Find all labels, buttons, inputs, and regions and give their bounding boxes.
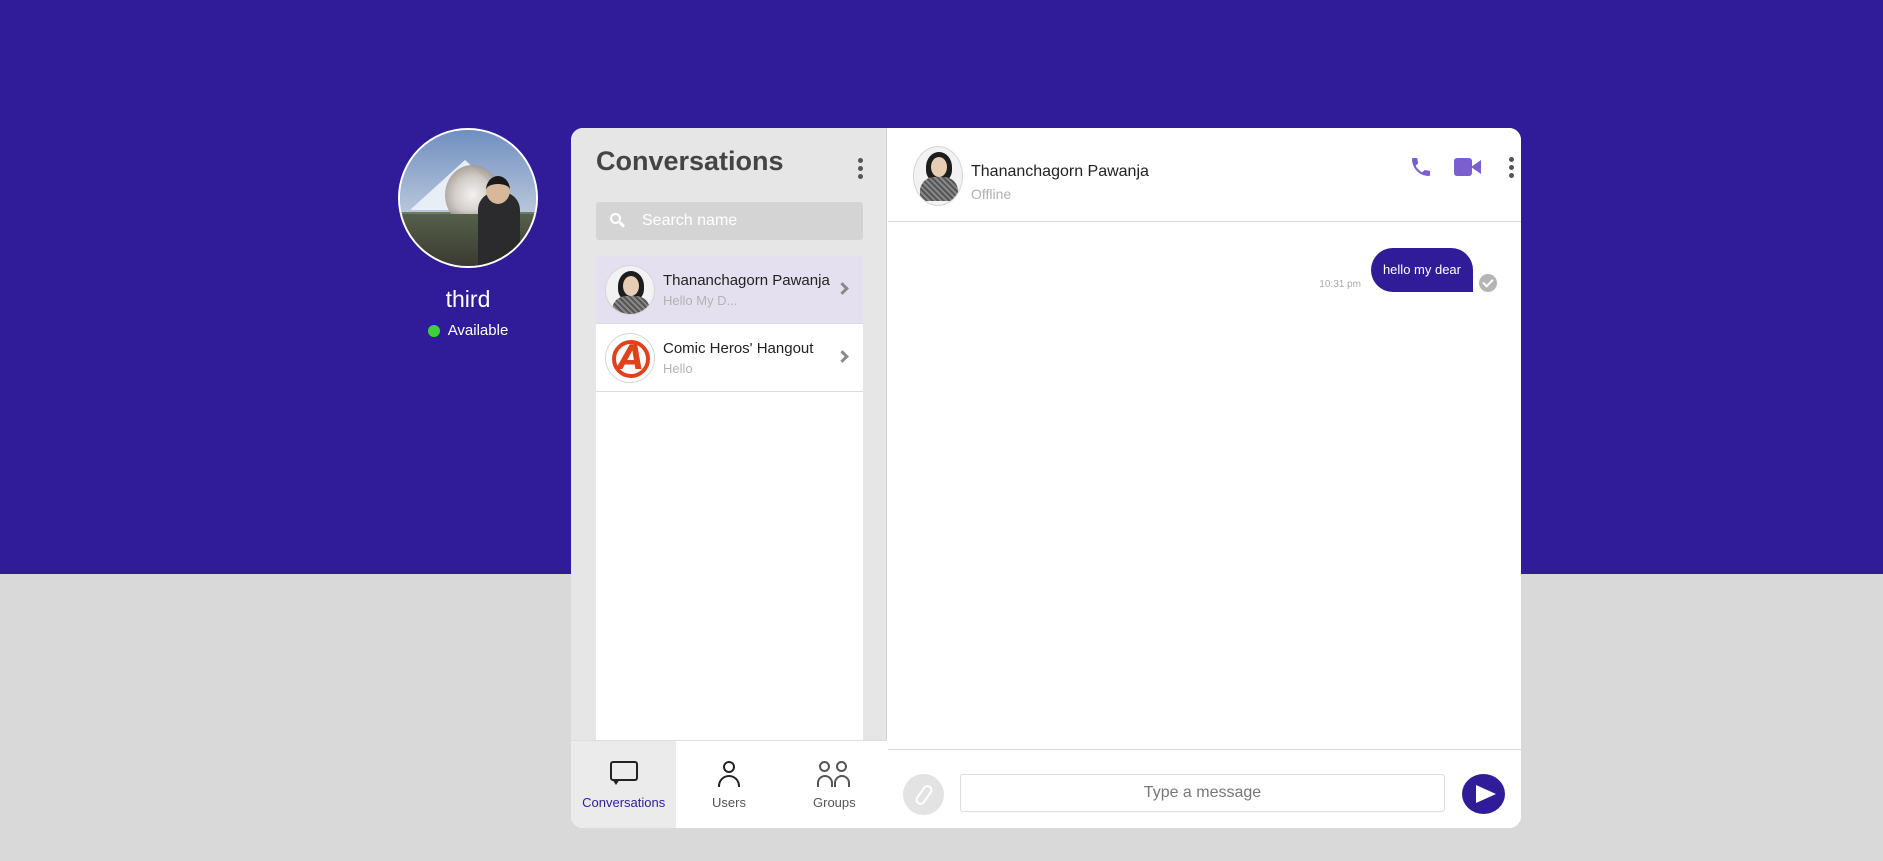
- message-composer: [888, 749, 1521, 828]
- conversation-preview: Hello My D...: [663, 292, 738, 308]
- status-dot-icon: [427, 324, 440, 337]
- profile-name: third: [445, 286, 491, 312]
- chevron-right-icon: [836, 282, 849, 295]
- conversations-panel: Conversations Thananchagorn Pawanja Hell…: [571, 128, 887, 828]
- tab-label: Users: [712, 795, 746, 810]
- more-options-icon[interactable]: [857, 158, 863, 179]
- conversation-name: Thananchagorn Pawanja: [663, 271, 830, 289]
- send-button[interactable]: [1462, 774, 1505, 814]
- conversation-list: Thananchagorn Pawanja Hello My D... A Co…: [596, 256, 863, 741]
- page-title: Conversations: [596, 146, 784, 176]
- group-icon: [817, 759, 851, 789]
- chat-panel: Thananchagorn Pawanja Offline 10:31 pm h…: [888, 128, 1521, 828]
- chat-contact-status: Offline: [971, 186, 1012, 202]
- avatar: A: [605, 332, 655, 383]
- tab-groups[interactable]: Groups: [782, 741, 887, 828]
- search-box: [596, 202, 863, 240]
- conversation-preview: Hello: [663, 360, 693, 376]
- more-options-icon[interactable]: [1508, 157, 1514, 178]
- chevron-right-icon: [836, 350, 849, 363]
- search-input[interactable]: [642, 212, 842, 230]
- search-icon: [610, 213, 626, 229]
- avatar: [605, 264, 655, 315]
- message-time: 10:31 pm: [1319, 279, 1361, 290]
- list-item[interactable]: Thananchagorn Pawanja Hello My D...: [596, 256, 863, 324]
- video-call-icon[interactable]: [1454, 158, 1482, 176]
- message-list: 10:31 pm hello my dear: [888, 223, 1521, 748]
- tab-label: Groups: [813, 795, 856, 810]
- send-icon: [1475, 785, 1496, 803]
- tab-users[interactable]: Users: [676, 741, 781, 828]
- avatar[interactable]: [398, 128, 538, 268]
- list-item[interactable]: A Comic Heros' Hangout Hello: [596, 324, 863, 392]
- chat-header: Thananchagorn Pawanja Offline: [888, 128, 1521, 222]
- phone-icon[interactable]: [1409, 155, 1433, 179]
- user-icon: [712, 759, 746, 789]
- chat-icon: [607, 759, 641, 789]
- conversation-name: Comic Heros' Hangout: [663, 339, 814, 357]
- attach-button[interactable]: [903, 774, 944, 815]
- tab-label: Conversations: [582, 795, 666, 810]
- read-check-icon: [1479, 274, 1497, 292]
- message-bubble: hello my dear: [1370, 248, 1473, 292]
- profile-panel: third Available: [398, 128, 538, 339]
- paperclip-icon: [913, 782, 934, 807]
- bottom-tabs: Conversations Users Groups: [571, 740, 887, 828]
- chat-card: Conversations Thananchagorn Pawanja Hell…: [571, 128, 1521, 828]
- message-input[interactable]: [960, 774, 1445, 812]
- profile-status: Available: [427, 322, 509, 339]
- tab-conversations[interactable]: Conversations: [571, 741, 677, 828]
- avatar[interactable]: [913, 146, 963, 206]
- chat-contact-name: Thananchagorn Pawanja: [971, 163, 1149, 180]
- status-label: Available: [447, 322, 509, 339]
